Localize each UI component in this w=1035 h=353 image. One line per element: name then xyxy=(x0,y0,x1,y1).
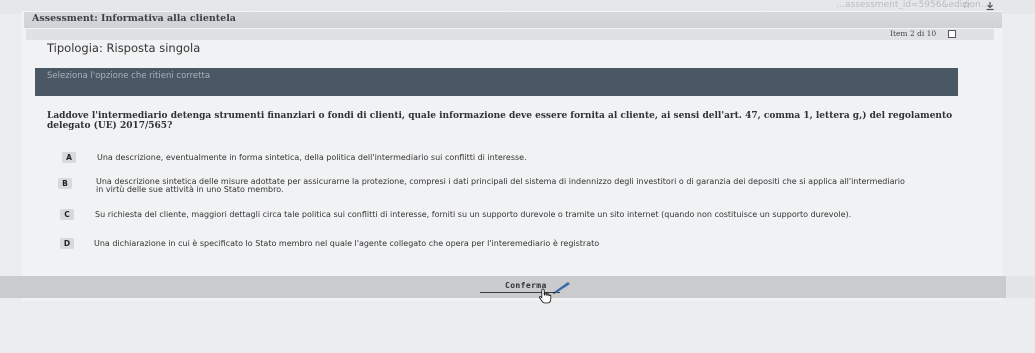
option-text-d[interactable]: Una dichiarazione in cui è specificato l… xyxy=(94,239,599,249)
download-icon[interactable] xyxy=(985,1,995,11)
option-text-c[interactable]: Su richiesta del cliente, maggiori detta… xyxy=(95,210,851,220)
pencil-icon xyxy=(553,282,570,294)
option-text-b-line2[interactable]: in virtù delle sue attività in uno Stato… xyxy=(96,185,283,195)
option-letter-d[interactable]: D xyxy=(60,238,74,249)
footer-edge xyxy=(1006,276,1035,298)
assessment-title: Assessment: Informativa alla clientela xyxy=(32,13,236,24)
option-letter-b[interactable]: B xyxy=(58,178,72,189)
star-icon[interactable]: ☆ xyxy=(962,0,971,11)
option-letter-c[interactable]: C xyxy=(60,209,74,220)
question-type-label: Tipologia: Risposta singola xyxy=(47,41,201,55)
item-flag-checkbox[interactable] xyxy=(948,30,956,38)
option-letter-a[interactable]: A xyxy=(62,152,76,163)
option-text-a[interactable]: Una descrizione, eventualmente in forma … xyxy=(97,153,527,163)
question-text: Laddove l'intermediario detenga strument… xyxy=(47,111,953,131)
instruction-text: Seleziona l'opzione che ritieni corretta xyxy=(47,71,211,81)
hand-cursor-icon xyxy=(538,288,552,304)
item-counter: Item 2 di 10 xyxy=(890,29,937,38)
item-subbar xyxy=(26,29,994,40)
footer-bar xyxy=(0,276,1006,298)
